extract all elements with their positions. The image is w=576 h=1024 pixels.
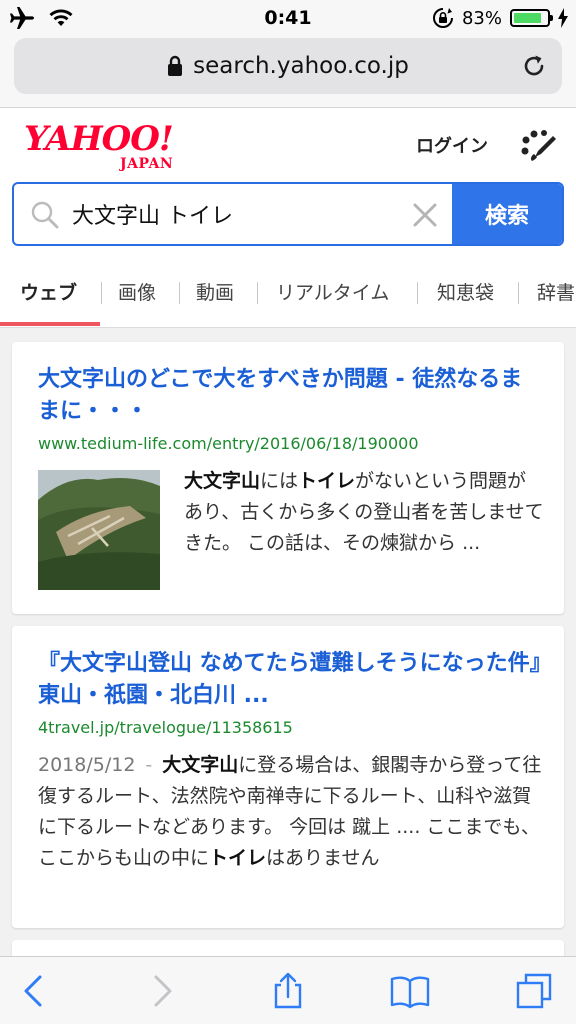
result-card: 大文字山のどこで大をすべきか問題 - 徒然なるままに・・・ www.tedium…	[12, 342, 564, 614]
tab-chiebukuro[interactable]: 知恵袋	[437, 258, 494, 327]
rotation-lock-icon	[433, 8, 453, 28]
back-icon[interactable]	[14, 971, 54, 1011]
result-title-link[interactable]: 『大文字山登山 なめてたら遭難しそうになった件』東山・祇園・北白川 ...	[38, 648, 544, 712]
snippet-separator: -	[145, 754, 153, 776]
yahoo-header: YAHOO! JAPAN ログイン	[0, 108, 576, 178]
active-tab-indicator	[0, 322, 100, 326]
result-thumbnail[interactable]	[38, 470, 160, 590]
bookmarks-icon[interactable]	[390, 971, 430, 1011]
browser-address-bar: search.yahoo.co.jp	[0, 36, 576, 108]
search-type-tabs: ウェブ 画像 動画 リアルタイム 知恵袋 辞書	[0, 258, 576, 328]
result-card-partial	[12, 940, 564, 956]
snippet-text: には	[260, 470, 299, 492]
battery-level-fill	[514, 13, 541, 23]
result-snippet: 2018/5/12- 大文字山に登る場合は、銀閣寺から登って往復するルート、法然院…	[38, 750, 544, 874]
result-snippet: 大文字山にはトイレがないという問題があり、古くから多くの登山者を苦しませてきた。…	[184, 466, 544, 559]
status-right: 83%	[432, 4, 568, 32]
tab-divider	[101, 282, 102, 304]
tab-realtime[interactable]: リアルタイム	[276, 258, 389, 327]
search-icon	[31, 201, 59, 229]
share-icon[interactable]	[268, 971, 308, 1011]
forward-icon[interactable]	[142, 971, 182, 1011]
charging-icon	[558, 8, 568, 28]
result-url: 4travel.jp/travelogue/11358615	[38, 718, 293, 737]
snippet-highlight: 大文字山	[162, 754, 239, 776]
logo-subtext: JAPAN	[120, 156, 174, 172]
url-field[interactable]: search.yahoo.co.jp	[14, 38, 562, 94]
logo-text: YAHOO!	[24, 119, 174, 159]
lock-icon	[168, 55, 183, 76]
login-link[interactable]: ログイン	[416, 132, 488, 158]
tab-web[interactable]: ウェブ	[20, 258, 77, 327]
result-card: 『大文字山登山 なめてたら遭難しそうになった件』東山・祇園・北白川 ... 4t…	[12, 626, 564, 928]
yahoo-japan-logo[interactable]: YAHOO! JAPAN	[24, 122, 194, 174]
search-results: 大文字山のどこで大をすべきか問題 - 徒然なるままに・・・ www.tedium…	[0, 328, 576, 956]
url-content: search.yahoo.co.jp	[14, 38, 562, 94]
snippet-text: はありません	[266, 847, 380, 869]
status-bar: 0:41 83%	[0, 0, 576, 36]
tab-divider	[257, 282, 258, 304]
tab-dictionary[interactable]: 辞書	[537, 258, 575, 327]
reload-icon[interactable]	[520, 52, 548, 80]
result-url: www.tedium-life.com/entry/2016/06/18/190…	[38, 434, 419, 453]
result-title-link[interactable]: 大文字山のどこで大をすべきか問題 - 徒然なるままに・・・	[38, 364, 544, 428]
tab-divider	[417, 282, 418, 304]
snippet-highlight: 大文字山	[184, 470, 261, 492]
mountain-photo	[38, 470, 160, 590]
tab-divider	[179, 282, 180, 304]
battery-icon	[510, 9, 553, 27]
browser-toolbar	[0, 956, 576, 1024]
search-input[interactable]	[72, 194, 402, 234]
tabs-icon[interactable]	[514, 971, 554, 1011]
tab-divider	[518, 282, 519, 304]
snippet-highlight: トイレ	[298, 470, 356, 492]
search-box: 検索	[12, 182, 564, 246]
clear-icon[interactable]	[412, 202, 438, 228]
url-text: search.yahoo.co.jp	[193, 53, 409, 79]
tab-videos[interactable]: 動画	[196, 258, 234, 327]
snippet-highlight: トイレ	[209, 847, 267, 869]
snippet-date: 2018/5/12	[38, 754, 136, 776]
palette-brush-icon[interactable]	[518, 126, 558, 166]
battery-percent: 83%	[461, 7, 502, 29]
tab-images[interactable]: 画像	[118, 258, 156, 327]
search-button[interactable]: 検索	[452, 184, 562, 244]
